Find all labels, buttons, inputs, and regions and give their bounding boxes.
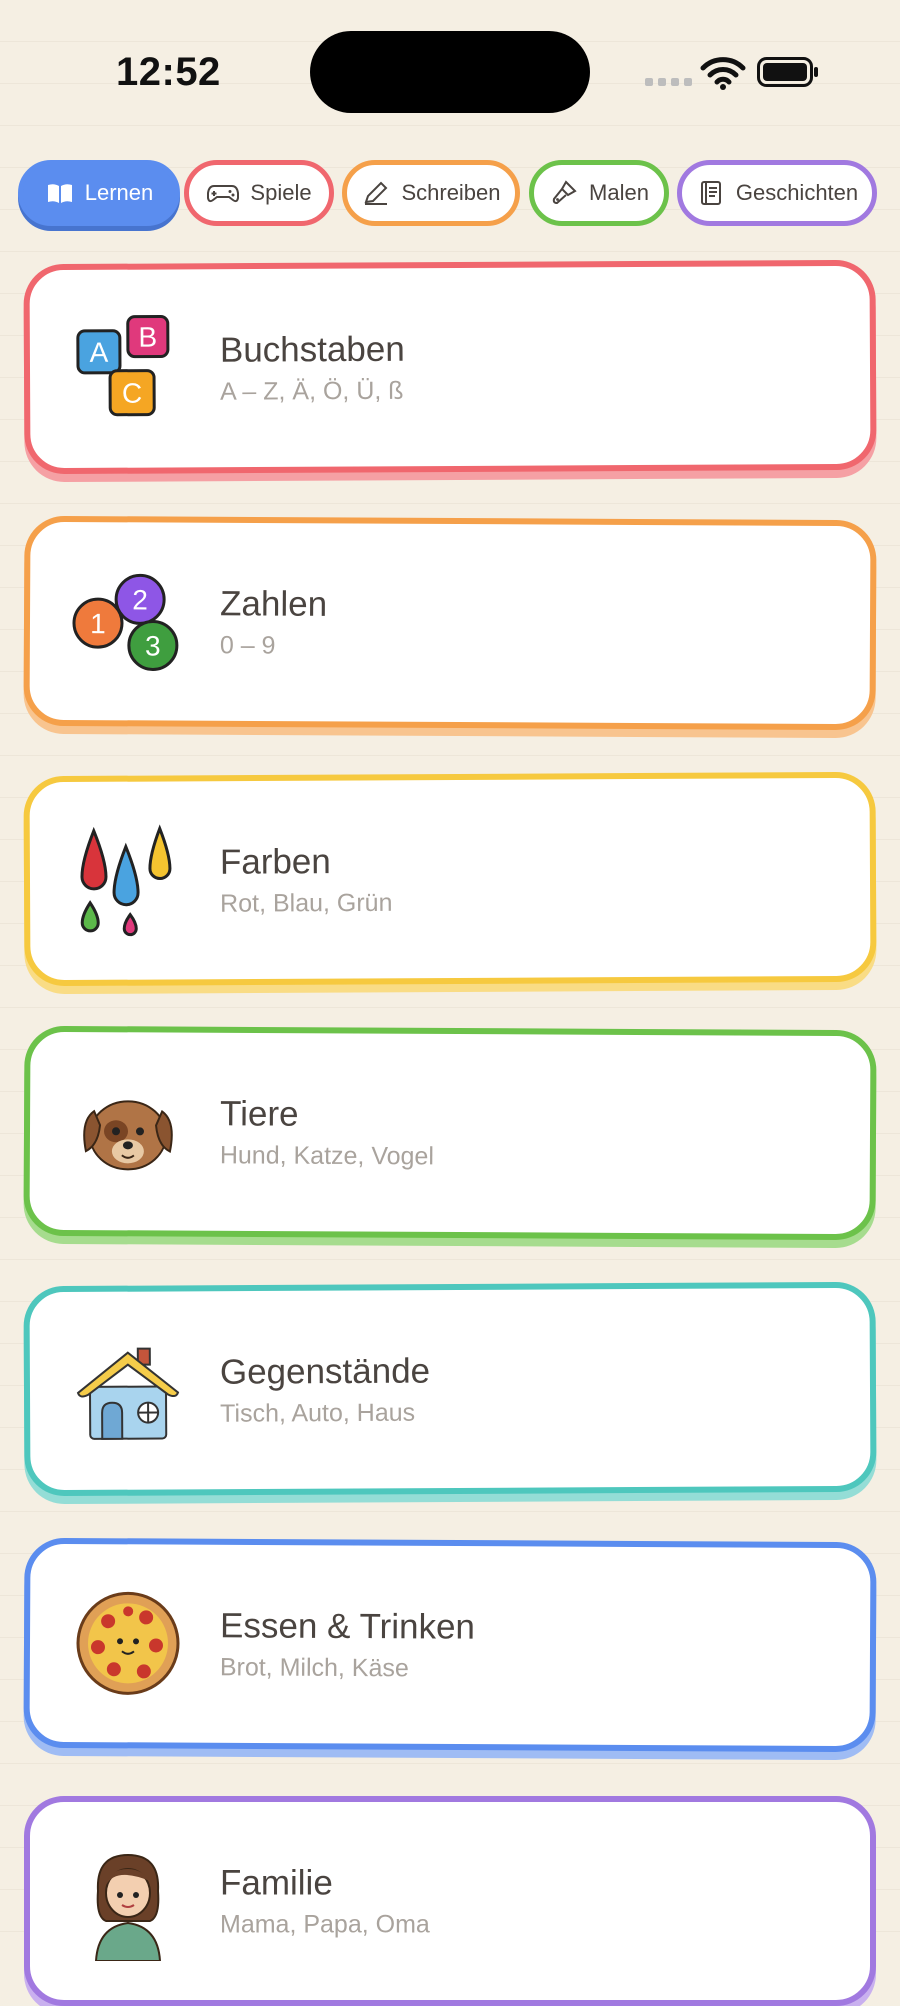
battery-icon (757, 57, 818, 87)
paint-drops-icon (80, 824, 172, 937)
dynamic-island (310, 31, 590, 113)
tab-label: Malen (589, 180, 649, 205)
status-bar: 12:52 (0, 0, 900, 150)
letter-blocks-icon: B A C (76, 315, 170, 417)
tab-lernen[interactable]: Lernen (18, 160, 180, 226)
tab-label: Spiele (250, 180, 312, 205)
tab-label: Geschichten (735, 180, 859, 205)
category-card-zahlen[interactable]: 1 2 3 Zahlen 0 – 9 (23, 515, 877, 731)
svg-text:2: 2 (132, 584, 148, 615)
category-tabs: Lernen Spiele Schreiben Malen Geschichte… (18, 160, 882, 234)
card-subtitle: Hund, Katze, Vogel (219, 1141, 434, 1171)
card-subtitle: A – Z, Ä, Ö, Ü, ß (220, 376, 404, 406)
svg-text:A: A (89, 337, 108, 368)
dog-icon (83, 1100, 173, 1171)
tab-label: Lernen (84, 180, 154, 205)
category-card-familie[interactable]: Familie Mama, Papa, Oma (24, 1796, 876, 2006)
category-card-essen-trinken[interactable]: Essen & Trinken Brot, Milch, Käse (23, 1537, 877, 1753)
pizza-icon (76, 1591, 180, 1695)
card-title: Essen & Trinken (219, 1606, 476, 1647)
category-card-buchstaben[interactable]: B A C Buchstaben A – Z, Ä, Ö, Ü, ß (23, 259, 877, 475)
svg-text:3: 3 (145, 630, 161, 661)
card-subtitle: Brot, Milch, Käse (219, 1653, 409, 1683)
cellular-signal-icon (645, 78, 692, 86)
gamepad-icon (207, 185, 240, 203)
girl-icon (94, 1853, 162, 1961)
wifi-icon (700, 57, 746, 90)
number-balls-icon: 1 2 3 (72, 573, 179, 671)
svg-text:B: B (138, 322, 157, 353)
card-subtitle: Rot, Blau, Grün (220, 888, 393, 918)
house-icon (76, 1347, 180, 1440)
book-icon (700, 181, 721, 205)
tab-spiele[interactable]: Spiele (184, 160, 334, 226)
tab-schreiben[interactable]: Schreiben (342, 160, 520, 226)
card-title: Familie (220, 1863, 333, 1903)
svg-text:1: 1 (90, 608, 106, 639)
tab-malen[interactable]: Malen (529, 160, 669, 226)
tab-geschichten[interactable]: Geschichten (677, 160, 877, 226)
card-title: Tiere (219, 1094, 299, 1134)
category-card-farben[interactable]: Farben Rot, Blau, Grün (23, 771, 877, 987)
card-subtitle: Tisch, Auto, Haus (220, 1398, 416, 1428)
category-card-gegenstaende[interactable]: Gegenstände Tisch, Auto, Haus (23, 1281, 877, 1497)
category-card-tiere[interactable]: Tiere Hund, Katze, Vogel (23, 1025, 877, 1241)
paintbrush-icon (552, 180, 577, 205)
card-subtitle: 0 – 9 (219, 631, 276, 660)
tab-label: Schreiben (401, 180, 501, 205)
book-open-icon (47, 184, 72, 203)
pencil-icon (364, 181, 388, 205)
card-title: Zahlen (219, 584, 328, 624)
svg-text:C: C (122, 378, 142, 409)
card-title: Gegenstände (219, 1351, 431, 1392)
status-time: 12:52 (116, 50, 221, 94)
card-title: Buchstaben (219, 329, 405, 370)
card-subtitle: Mama, Papa, Oma (220, 1910, 430, 1939)
card-title: Farben (219, 842, 331, 882)
